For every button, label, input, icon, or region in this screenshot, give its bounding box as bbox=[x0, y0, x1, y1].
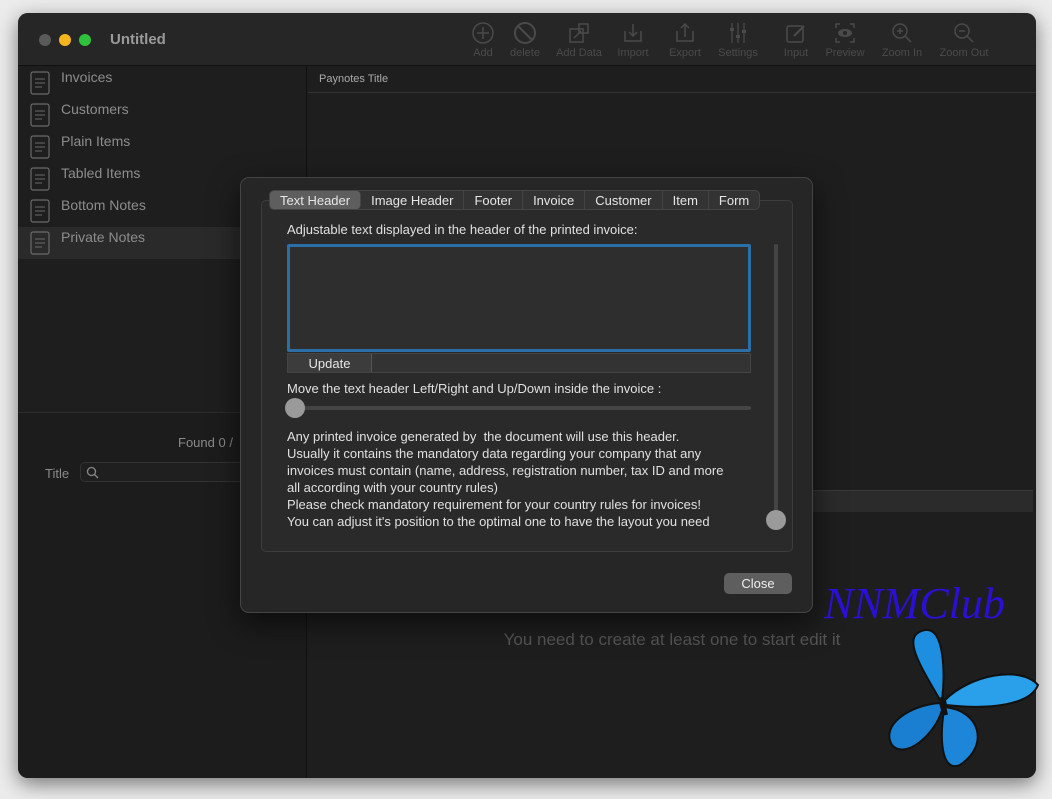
invoice-icon bbox=[30, 71, 50, 95]
toolbar-label: Preview bbox=[825, 47, 865, 59]
add-data-icon bbox=[569, 23, 589, 43]
zoom-in-icon bbox=[892, 23, 912, 43]
update-bar: Update bbox=[287, 353, 751, 373]
toolbar-label: Import bbox=[617, 47, 649, 59]
import-icon bbox=[624, 24, 642, 42]
tab-form[interactable]: Form bbox=[709, 191, 759, 209]
search-icon bbox=[86, 466, 99, 479]
watermark-text: NNMClub bbox=[824, 579, 1005, 628]
sidebar-item-label: Bottom Notes bbox=[61, 197, 146, 213]
sidebar-item-customers[interactable]: Customers bbox=[18, 99, 307, 131]
tab-invoice[interactable]: Invoice bbox=[523, 191, 586, 209]
tab-bar: Text Header Image Header Footer Invoice Cust… bbox=[269, 190, 761, 210]
header-text-input[interactable] bbox=[287, 244, 751, 352]
info-line: Usually it contains the mandatory data r… bbox=[287, 446, 702, 461]
detail-header-strip bbox=[793, 490, 1033, 512]
toolbar-label: Input bbox=[783, 47, 809, 59]
pencil-icon bbox=[786, 25, 805, 43]
sidebar-item-plain-items[interactable]: Plain Items bbox=[18, 131, 307, 163]
settings-dialog: Text Header Image Header Footer Invoice Cust… bbox=[240, 177, 813, 613]
found-count: Found 0 / bbox=[178, 435, 233, 450]
sidebar-item-label: Private Notes bbox=[61, 229, 146, 245]
info-line: all according with your country rules) bbox=[287, 480, 498, 495]
sidebar-item-label: Tabled Items bbox=[61, 165, 141, 181]
info-line: Any printed invoice generated by the doc… bbox=[287, 429, 680, 444]
info-line: invoices must contain (name, address, re… bbox=[287, 463, 724, 478]
slider-knob[interactable] bbox=[766, 510, 786, 530]
plus-circle-icon bbox=[472, 22, 494, 44]
tab-text-header[interactable]: Text Header bbox=[270, 191, 362, 209]
close-button[interactable]: Close bbox=[724, 573, 792, 594]
textarea-label: Adjustable text displayed in the header … bbox=[287, 222, 638, 237]
toolbar-label: delete bbox=[510, 47, 540, 59]
table-icon bbox=[30, 167, 50, 191]
toolbar-preview-button[interactable]: Preview bbox=[815, 21, 875, 59]
eye-icon bbox=[835, 23, 855, 43]
title-label: Title bbox=[45, 466, 70, 481]
sidebar-item-label: Customers bbox=[61, 101, 129, 117]
horizontal-position-slider[interactable] bbox=[285, 398, 751, 418]
toolbar-settings-button[interactable]: Settings bbox=[708, 21, 768, 59]
butterfly-icon bbox=[888, 628, 1040, 768]
column-header-title[interactable]: Paynotes Title bbox=[319, 73, 388, 85]
slider-label: Move the text header Left/Right and Up/D… bbox=[287, 381, 662, 396]
minimize-window-button[interactable] bbox=[59, 34, 71, 46]
toolbar-import-button[interactable]: Import bbox=[603, 21, 663, 59]
toolbar-add-data-button[interactable]: Add Data bbox=[549, 21, 609, 59]
tab-footer[interactable]: Footer bbox=[464, 191, 524, 209]
info-line: You can adjust it's position to the opti… bbox=[287, 514, 710, 529]
plain-items-icon bbox=[30, 135, 50, 159]
sidebar-item-label: Invoices bbox=[61, 69, 113, 85]
tab-image-header[interactable]: Image Header bbox=[361, 191, 465, 209]
toolbar-label: Add Data bbox=[556, 47, 602, 59]
private-notes-icon bbox=[30, 231, 50, 255]
customer-icon bbox=[30, 103, 50, 127]
notes-icon bbox=[30, 199, 50, 223]
list-header: Paynotes Title bbox=[308, 67, 1036, 93]
toolbar-zoom-out-button[interactable]: Zoom Out bbox=[934, 21, 994, 59]
tab-customer[interactable]: Customer bbox=[585, 191, 663, 209]
tab-item[interactable]: Item bbox=[663, 191, 709, 209]
toolbar-label: Settings bbox=[718, 47, 758, 59]
no-entry-icon bbox=[514, 22, 536, 44]
toolbar-zoom-in-button[interactable]: Zoom In bbox=[872, 21, 932, 59]
info-line: Please check mandatory requirement for y… bbox=[287, 497, 702, 512]
vertical-position-slider[interactable] bbox=[766, 244, 786, 530]
toolbar-export-button[interactable]: Export bbox=[655, 21, 715, 59]
zoom-out-icon bbox=[954, 23, 974, 43]
update-button[interactable]: Update bbox=[288, 354, 372, 372]
export-icon bbox=[676, 22, 694, 42]
close-window-button[interactable] bbox=[39, 34, 51, 46]
sidebar-item-invoices[interactable]: Invoices bbox=[18, 67, 307, 99]
toolbar-label: Zoom In bbox=[881, 47, 923, 59]
sidebar-item-label: Plain Items bbox=[61, 133, 131, 149]
toolbar-delete-button[interactable]: delete bbox=[495, 21, 555, 59]
sliders-icon bbox=[730, 23, 746, 43]
toolbar-label: Zoom Out bbox=[939, 47, 989, 59]
toolbar-label: Add bbox=[473, 47, 493, 59]
zoom-window-button[interactable] bbox=[79, 34, 91, 46]
info-text: Any printed invoice generated by the doc… bbox=[287, 428, 723, 530]
window-title: Untitled bbox=[110, 31, 166, 48]
toolbar-label: Export bbox=[669, 47, 701, 59]
slider-knob[interactable] bbox=[285, 398, 305, 418]
title-bar: Untitled Add delete Add Data Import Export Se… bbox=[18, 13, 1036, 66]
